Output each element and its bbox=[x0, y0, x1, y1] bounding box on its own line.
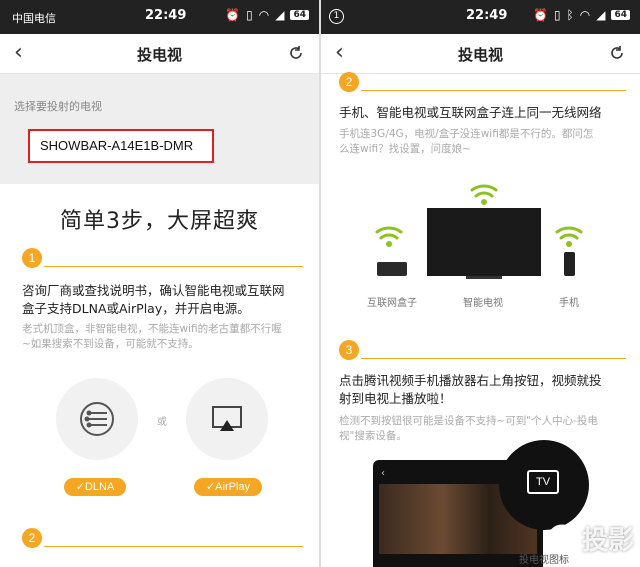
alarm-icon: ⏰ bbox=[532, 8, 548, 22]
clock: 22:49 bbox=[145, 8, 187, 23]
status-icons: ⏰ ▯ ◠ ◢ 64 bbox=[225, 8, 309, 22]
step1-note: 老式机顶盒，非智能电视，不能连wifi的老古董都不行喔 ~如果搜索不到设备，可能… bbox=[22, 322, 317, 352]
step-divider bbox=[361, 90, 626, 91]
step2-note-line1: 手机连3G/4G，电视/盒子没连wifi都是不行的。都问怎 bbox=[339, 128, 594, 140]
step1-note-line1: 老式机顶盒，非智能电视，不能连wifi的老古董都不行喔 bbox=[22, 323, 282, 335]
step-divider bbox=[44, 266, 303, 267]
wifi-icon bbox=[375, 226, 403, 240]
dlna-circle bbox=[56, 378, 138, 460]
page-title: 投电视 bbox=[136, 46, 182, 64]
step2-note-line2: 么连wifi？找设置，问度娘~ bbox=[339, 143, 471, 155]
right-screen: 1 22:49 ⏰ ▯ ᛒ ◠ ◢ 64 ‹ 投电视 2 手机、智能电视或互联网… bbox=[321, 0, 640, 567]
device-item[interactable]: SHOWBAR-A14E1B-DMR bbox=[28, 129, 214, 163]
tv-shape bbox=[427, 208, 541, 276]
step-badge-1: 1 bbox=[22, 248, 42, 268]
watermark-logo-icon bbox=[547, 524, 577, 553]
dlna-badge: ✓DLNA bbox=[64, 478, 126, 496]
box-caption: 互联网盒子 bbox=[367, 298, 417, 309]
status-icons: ⏰ ▯ ᛒ ◠ ◢ 64 bbox=[533, 8, 630, 22]
step3-note: 检测不到按钮很可能是设备不支持~可到"个人中心-投电 视"搜索设备。 bbox=[339, 414, 634, 444]
step2-title: 手机、智能电视或互联网盒子连上同一无线网络 bbox=[339, 105, 602, 120]
step3-title-line2: 射到电视上播放啦！ bbox=[339, 391, 452, 406]
signal-icon: ◢ bbox=[596, 8, 606, 22]
step1-title: 咨询厂商或查找说明书，确认智能电视或互联网 盒子支持DLNA或AirPlay，并… bbox=[22, 282, 312, 318]
step-badge-2: 2 bbox=[22, 528, 42, 548]
wifi-icon bbox=[555, 226, 583, 240]
tv-caption: 智能电视 bbox=[463, 298, 503, 309]
watermark: 投影 bbox=[546, 520, 634, 557]
refresh-icon[interactable] bbox=[287, 44, 305, 66]
left-screen: 中国电信 22:49 ⏰ ▯ ◠ ◢ 64 ‹ 投电视 选择要投射的电视 SHO… bbox=[0, 0, 319, 567]
tv-cast-icon[interactable]: TV bbox=[527, 470, 559, 494]
select-tv-label: 选择要投射的电视 bbox=[14, 100, 102, 113]
step1-title-line1: 咨询厂商或查找说明书，确认智能电视或互联网 bbox=[22, 283, 285, 298]
step3-title: 点击腾讯视频手机播放器右上角按钮，视频就投 射到电视上播放啦！ bbox=[339, 372, 639, 408]
network-illustration bbox=[375, 184, 583, 279]
vibrate-icon: ▯ bbox=[553, 8, 561, 22]
refresh-icon[interactable] bbox=[608, 44, 626, 66]
step1-title-line2: 盒子支持DLNA或AirPlay，并开启电源。 bbox=[22, 301, 250, 316]
airplay-icon bbox=[212, 406, 242, 431]
step2-note: 手机连3G/4G，电视/盒子没连wifi都是不行的。都问怎 么连wifi？找设置… bbox=[339, 127, 634, 157]
step-badge-2: 2 bbox=[339, 72, 359, 92]
carrier-label: 中国电信 bbox=[12, 12, 56, 25]
step-divider bbox=[44, 546, 303, 547]
airplay-badge: ✓AirPlay bbox=[194, 478, 262, 496]
title-bar: ‹ 投电视 bbox=[0, 34, 319, 74]
step-badge-3: 3 bbox=[339, 340, 359, 360]
page-title: 投电视 bbox=[457, 46, 503, 64]
signal-icon: ◢ bbox=[275, 8, 285, 22]
title-bar: ‹ 投电视 bbox=[321, 34, 640, 74]
alarm-icon: ⏰ bbox=[225, 8, 241, 22]
dlna-icon bbox=[80, 402, 114, 436]
player-back-icon: ‹ bbox=[381, 468, 385, 479]
status-bar: 1 22:49 ⏰ ▯ ᛒ ◠ ◢ 64 bbox=[321, 0, 640, 34]
vibrate-icon: ▯ bbox=[246, 8, 253, 22]
bluetooth-icon: ᛒ bbox=[566, 8, 574, 22]
phone-caption: 手机 bbox=[559, 298, 579, 309]
or-label: 或 bbox=[157, 417, 167, 428]
box-shape bbox=[377, 262, 407, 276]
phone-shape bbox=[564, 252, 575, 276]
headline: 简单3步，大屏超爽 bbox=[60, 209, 259, 234]
step-divider bbox=[361, 358, 626, 359]
battery-icon: 64 bbox=[290, 10, 309, 20]
status-bar: 中国电信 22:49 ⏰ ▯ ◠ ◢ 64 bbox=[0, 0, 319, 34]
step3-title-line1: 点击腾讯视频手机播放器右上角按钮，视频就投 bbox=[339, 373, 602, 388]
step3-note-line2: 视"搜索设备。 bbox=[339, 430, 407, 442]
airplay-circle bbox=[186, 378, 268, 460]
clock: 22:49 bbox=[466, 8, 508, 23]
notification-icon: 1 bbox=[329, 9, 344, 24]
wifi-status-icon: ◠ bbox=[258, 8, 270, 22]
step1-note-line2: ~如果搜索不到设备，可能就不支持。 bbox=[22, 338, 199, 350]
battery-icon: 64 bbox=[611, 10, 630, 20]
tv-button-highlight: TV bbox=[499, 440, 589, 530]
device-select-section: 选择要投射的电视 SHOWBAR-A14E1B-DMR bbox=[0, 74, 319, 184]
wifi-status-icon: ◠ bbox=[579, 8, 591, 22]
wifi-icon bbox=[470, 184, 498, 198]
step3-note-line1: 检测不到按钮很可能是设备不支持~可到"个人中心-投电 bbox=[339, 415, 598, 427]
watermark-text: 投影 bbox=[581, 526, 634, 556]
